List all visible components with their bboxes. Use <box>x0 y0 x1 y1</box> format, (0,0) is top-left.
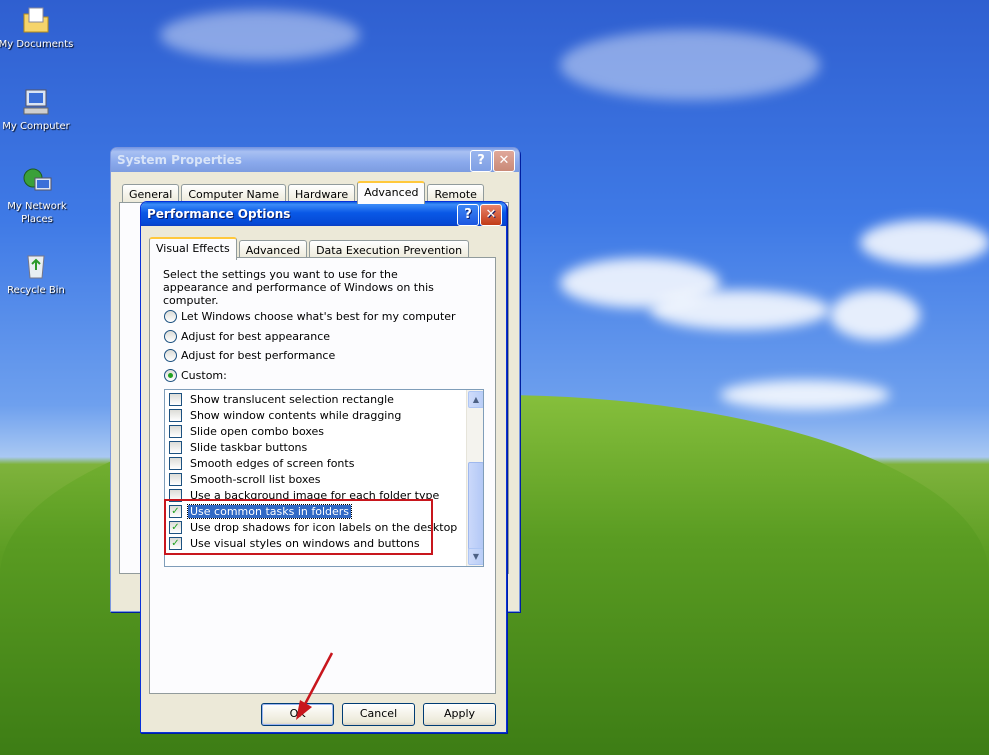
desktop-icon-recycle-bin[interactable]: Recycle Bin <box>0 250 74 297</box>
scroll-down-button[interactable]: ▼ <box>468 548 483 565</box>
tab-visual-effects[interactable]: Visual Effects <box>149 237 237 260</box>
vertical-scrollbar[interactable]: ▲ ▼ <box>466 390 483 566</box>
list-item[interactable]: Slide taskbar buttons <box>169 439 309 455</box>
list-item[interactable]: Smooth edges of screen fonts <box>169 455 356 471</box>
desktop-icon-network-places[interactable]: My Network Places <box>0 166 76 226</box>
my-computer-icon <box>20 86 52 118</box>
list-item[interactable]: Slide open combo boxes <box>169 423 326 439</box>
radio-custom[interactable]: Custom: <box>164 369 227 382</box>
cloud <box>160 10 360 60</box>
radio-label: Adjust for best appearance <box>181 330 331 343</box>
scroll-up-button[interactable]: ▲ <box>468 391 483 408</box>
my-documents-icon <box>20 4 52 36</box>
recycle-bin-icon <box>20 250 52 282</box>
desktop-icon-my-computer[interactable]: My Computer <box>0 86 74 133</box>
checkbox[interactable] <box>169 424 182 438</box>
checkbox[interactable] <box>169 472 182 486</box>
radio-best-appearance[interactable]: Adjust for best appearance <box>164 330 330 343</box>
cloud <box>650 290 830 330</box>
checkbox[interactable] <box>169 440 182 454</box>
checkbox[interactable] <box>169 408 182 422</box>
description-text: Select the settings you want to use for … <box>163 268 434 307</box>
annotation-arrow-icon <box>296 652 334 720</box>
system-properties-titlebar[interactable]: System Properties ? ✕ <box>111 148 519 172</box>
annotation-highlight-box <box>164 499 433 555</box>
tab-advanced[interactable]: Advanced <box>357 181 426 204</box>
help-button[interactable]: ? <box>457 204 479 226</box>
desktop-icon-label: My Network Places <box>7 201 67 225</box>
list-item[interactable]: Smooth-scroll list boxes <box>169 471 323 487</box>
help-button[interactable]: ? <box>470 150 492 172</box>
performance-options-titlebar[interactable]: Performance Options ? ✕ <box>141 202 506 226</box>
scroll-thumb[interactable] <box>468 462 483 550</box>
desktop-icon-label: Recycle Bin <box>7 285 65 296</box>
radio-best-performance[interactable]: Adjust for best performance <box>164 349 335 362</box>
cloud <box>720 380 890 410</box>
cancel-button[interactable]: Cancel <box>342 703 415 726</box>
desktop-icon-label: My Computer <box>2 121 70 132</box>
radio-label: Custom: <box>181 369 227 382</box>
desktop-icon-my-documents[interactable]: My Documents <box>0 4 74 51</box>
desktop-icon-label: My Documents <box>0 39 74 50</box>
radio-windows-choose[interactable]: Let Windows choose what's best for my co… <box>164 310 456 323</box>
radio-label: Adjust for best performance <box>181 349 336 362</box>
radio-button[interactable] <box>164 310 177 323</box>
checkbox[interactable] <box>169 392 182 406</box>
visual-effects-panel: Select the settings you want to use for … <box>149 257 496 694</box>
list-item[interactable]: Show window contents while dragging <box>169 407 403 423</box>
window-title: System Properties <box>117 153 242 167</box>
radio-button-selected[interactable] <box>164 369 177 382</box>
close-button[interactable]: ✕ <box>493 150 515 172</box>
checkbox[interactable] <box>169 456 182 470</box>
window-title: Performance Options <box>147 207 291 221</box>
cloud <box>830 290 920 340</box>
radio-button[interactable] <box>164 349 177 362</box>
close-button[interactable]: ✕ <box>480 204 502 226</box>
network-places-icon <box>21 166 53 198</box>
radio-label: Let Windows choose what's best for my co… <box>181 310 456 323</box>
cloud <box>860 220 989 265</box>
radio-button[interactable] <box>164 330 177 343</box>
apply-button[interactable]: Apply <box>423 703 496 726</box>
list-item[interactable]: Show translucent selection rectangle <box>169 391 396 407</box>
cloud <box>560 30 820 100</box>
